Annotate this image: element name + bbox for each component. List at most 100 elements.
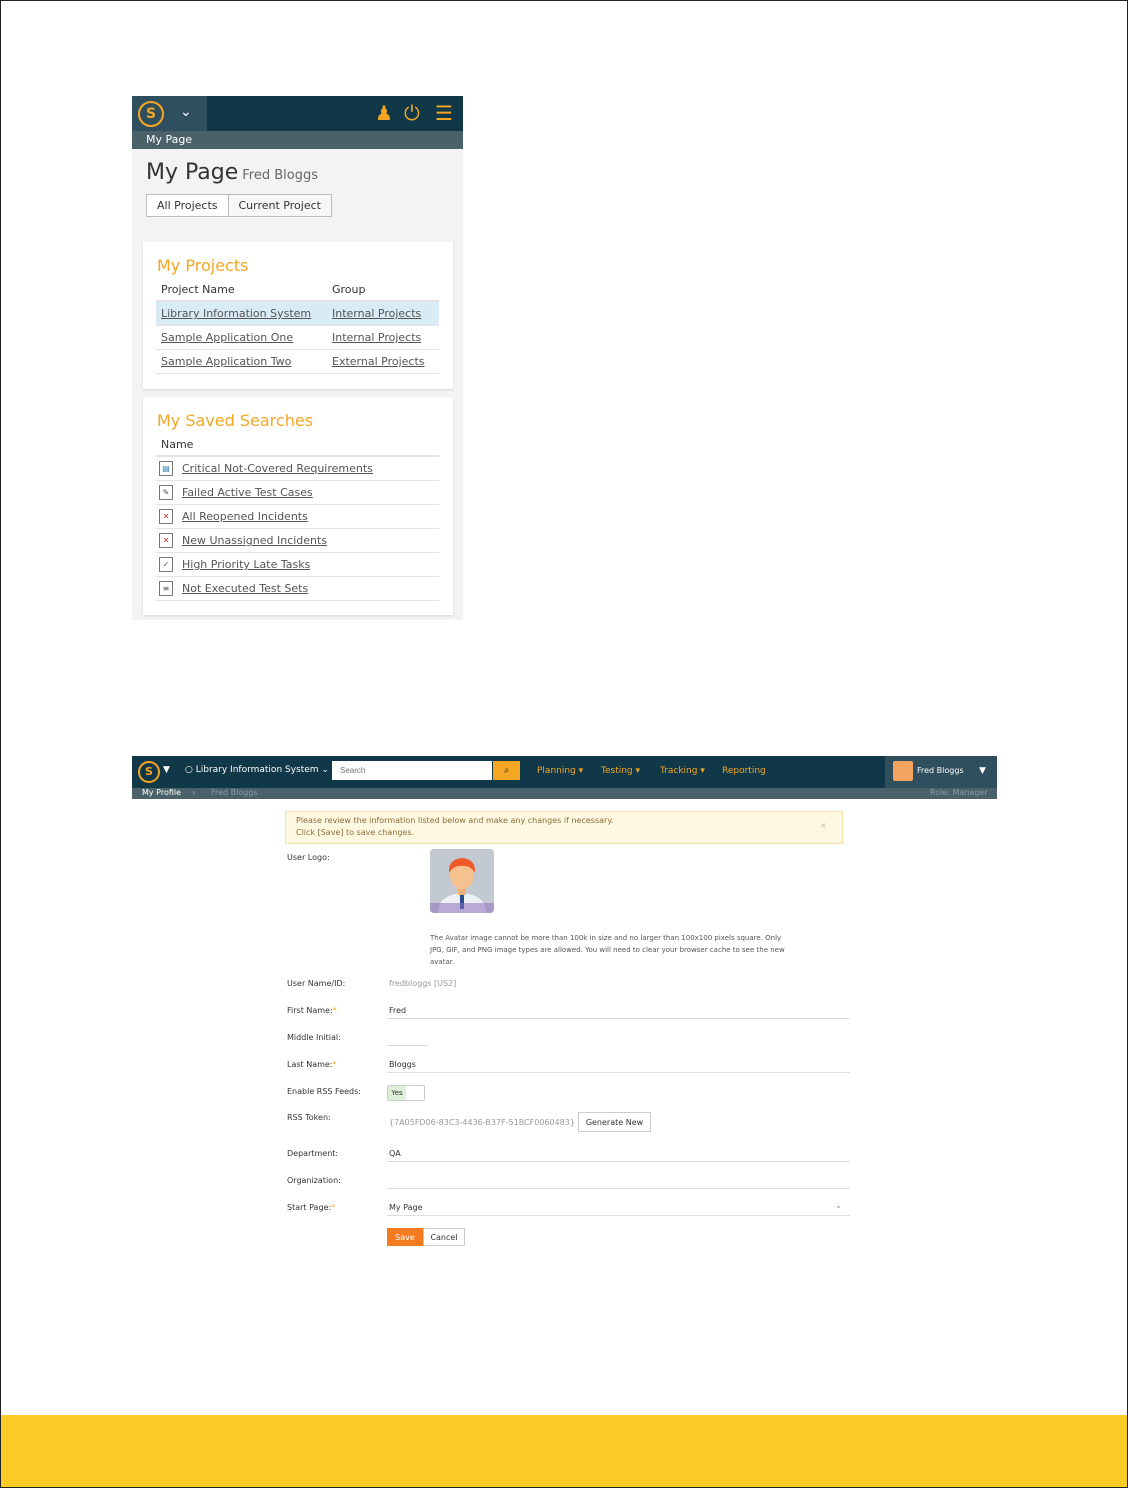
username-value: fredbloggs [US2]	[389, 979, 457, 988]
table-row[interactable]: Sample Application One Internal Projects	[156, 326, 439, 350]
project-selector[interactable]: ○ Library Information System ⌄	[185, 765, 329, 775]
column-header-project-name: Project Name	[161, 283, 235, 296]
saved-search-link[interactable]: Not Executed Test Sets	[182, 582, 308, 595]
first-name-field[interactable]: Fred	[389, 1006, 406, 1015]
search-input[interactable]	[332, 761, 492, 780]
list-item[interactable]: ✓ High Priority Late Tasks	[156, 553, 439, 577]
last-name-field[interactable]: Bloggs	[389, 1060, 416, 1069]
organization-field[interactable]	[387, 1188, 850, 1189]
user-icon[interactable]: ♟	[375, 102, 393, 124]
power-icon[interactable]: ⏻	[404, 102, 420, 124]
project-scope-tabs: All Projects Current Project	[146, 194, 332, 217]
middle-initial-field[interactable]	[387, 1045, 427, 1046]
menu-label: Tracking	[660, 766, 698, 776]
group-link[interactable]: Internal Projects	[332, 331, 421, 344]
user-logo-label: User Logo:	[287, 853, 330, 862]
department-field[interactable]: QA	[389, 1149, 401, 1158]
saved-search-link[interactable]: New Unassigned Incidents	[182, 534, 327, 547]
mobile-breadcrumb: My Page	[132, 131, 463, 149]
mobile-my-page-screenshot: S ⌄ ♟ ⏻ ☰ My Page My Page Fred Bloggs All…	[132, 96, 463, 620]
cancel-button[interactable]: Cancel	[423, 1228, 465, 1246]
field-underline	[387, 1215, 850, 1216]
first-name-label: First Name:*	[287, 1006, 337, 1015]
saved-search-link[interactable]: High Priority Late Tasks	[182, 558, 310, 571]
list-item[interactable]: ✕ New Unassigned Incidents	[156, 529, 439, 553]
start-page-label: Start Page:*	[287, 1203, 335, 1212]
incident-icon: ✕	[159, 509, 173, 524]
rss-token-label: RSS Token:	[287, 1113, 331, 1122]
chevron-down-icon[interactable]: ▼	[979, 766, 986, 776]
tab-current-project[interactable]: Current Project	[228, 194, 332, 217]
rss-toggle[interactable]: Yes	[387, 1085, 425, 1101]
save-button[interactable]: Save	[387, 1228, 423, 1246]
requirement-icon: ▤	[159, 461, 173, 476]
user-avatar-image[interactable]	[430, 849, 494, 913]
avatar	[893, 761, 913, 781]
list-item[interactable]: ≡ Not Executed Test Sets	[156, 577, 439, 601]
desktop-my-profile-screenshot: S ▼ ○ Library Information System ⌄ ⌕ Pla…	[132, 756, 997, 1266]
column-header-name: Name	[161, 438, 194, 451]
test-set-icon: ≡	[159, 581, 173, 596]
chevron-down-icon[interactable]: ⌄	[180, 104, 192, 120]
chevron-down-icon[interactable]: ▼	[163, 765, 170, 775]
field-underline	[387, 1018, 850, 1019]
list-item[interactable]: ✎ Failed Active Test Cases	[156, 481, 439, 505]
role-label: Role: Manager	[930, 788, 988, 797]
breadcrumb-section[interactable]: My Profile	[142, 788, 181, 797]
group-link[interactable]: External Projects	[332, 355, 425, 368]
info-alert: Please review the information listed bel…	[285, 811, 843, 844]
start-page-label-text: Start Page:	[287, 1203, 332, 1212]
column-header-group: Group	[332, 283, 366, 296]
required-marker: *	[332, 1006, 337, 1015]
projects-table: Project Name Group Library Information S…	[156, 280, 439, 374]
spira-logo-icon[interactable]: S	[138, 761, 160, 783]
incident-icon: ✕	[159, 533, 173, 548]
tab-all-projects[interactable]: All Projects	[146, 194, 229, 217]
table-row[interactable]: Library Information System Internal Proj…	[156, 302, 439, 326]
rss-feeds-label: Enable RSS Feeds:	[287, 1087, 361, 1096]
organization-label: Organization:	[287, 1176, 341, 1185]
field-underline	[387, 1072, 850, 1073]
menu-planning[interactable]: Planning ▾	[537, 766, 583, 776]
project-link[interactable]: Sample Application Two	[161, 355, 291, 368]
alert-line-2: Click [Save] to save changes.	[296, 828, 415, 837]
menu-testing[interactable]: Testing ▾	[601, 766, 640, 776]
spira-logo-icon: S	[138, 101, 164, 127]
hamburger-menu-icon[interactable]: ☰	[435, 102, 453, 124]
rss-toggle-value: Yes	[388, 1086, 406, 1100]
footer-band	[1, 1415, 1127, 1487]
user-menu[interactable]: Fred Bloggs ▼	[885, 756, 997, 788]
close-icon[interactable]: ×	[820, 821, 827, 830]
table-row[interactable]: Sample Application Two External Projects	[156, 350, 439, 374]
start-page-select[interactable]: My Page	[389, 1203, 423, 1212]
chevron-down-icon[interactable]: ⌄	[835, 1201, 842, 1210]
rss-token-value: {7A05FD06-83C3-4436-B37F-51BCF0060483}	[389, 1118, 575, 1127]
page-title: My Page Fred Bloggs	[146, 160, 318, 185]
list-item[interactable]: ✕ All Reopened Incidents	[156, 505, 439, 529]
generate-new-button[interactable]: Generate New	[578, 1112, 651, 1132]
menu-label: Testing	[601, 766, 633, 776]
group-link[interactable]: Internal Projects	[332, 307, 421, 320]
saved-search-link[interactable]: All Reopened Incidents	[182, 510, 308, 523]
saved-searches-heading: My Saved Searches	[157, 411, 314, 430]
saved-searches-table: Name ▤ Critical Not-Covered Requirements…	[156, 435, 439, 601]
avatar-help-text: The Avatar image cannot be more than 100…	[430, 934, 785, 966]
username-label: User Name/ID:	[287, 979, 346, 988]
logo-area[interactable]: S ⌄	[132, 96, 207, 131]
last-name-label: Last Name:*	[287, 1060, 337, 1069]
saved-search-link[interactable]: Critical Not-Covered Requirements	[182, 462, 373, 475]
project-link[interactable]: Sample Application One	[161, 331, 293, 344]
menu-reporting[interactable]: Reporting	[722, 766, 766, 776]
test-case-icon: ✎	[159, 485, 173, 500]
desktop-top-bar: S ▼ ○ Library Information System ⌄ ⌕ Pla…	[132, 756, 997, 788]
user-name: Fred Bloggs	[917, 766, 964, 775]
list-item[interactable]: ▤ Critical Not-Covered Requirements	[156, 457, 439, 481]
task-icon: ✓	[159, 557, 173, 572]
project-link[interactable]: Library Information System	[161, 307, 311, 320]
menu-tracking[interactable]: Tracking ▾	[660, 766, 705, 776]
alert-line-1: Please review the information listed bel…	[296, 816, 614, 825]
saved-search-link[interactable]: Failed Active Test Cases	[182, 486, 313, 499]
required-marker: *	[331, 1203, 336, 1212]
avatar-illustration	[430, 849, 494, 913]
search-icon[interactable]: ⌕	[493, 761, 520, 780]
